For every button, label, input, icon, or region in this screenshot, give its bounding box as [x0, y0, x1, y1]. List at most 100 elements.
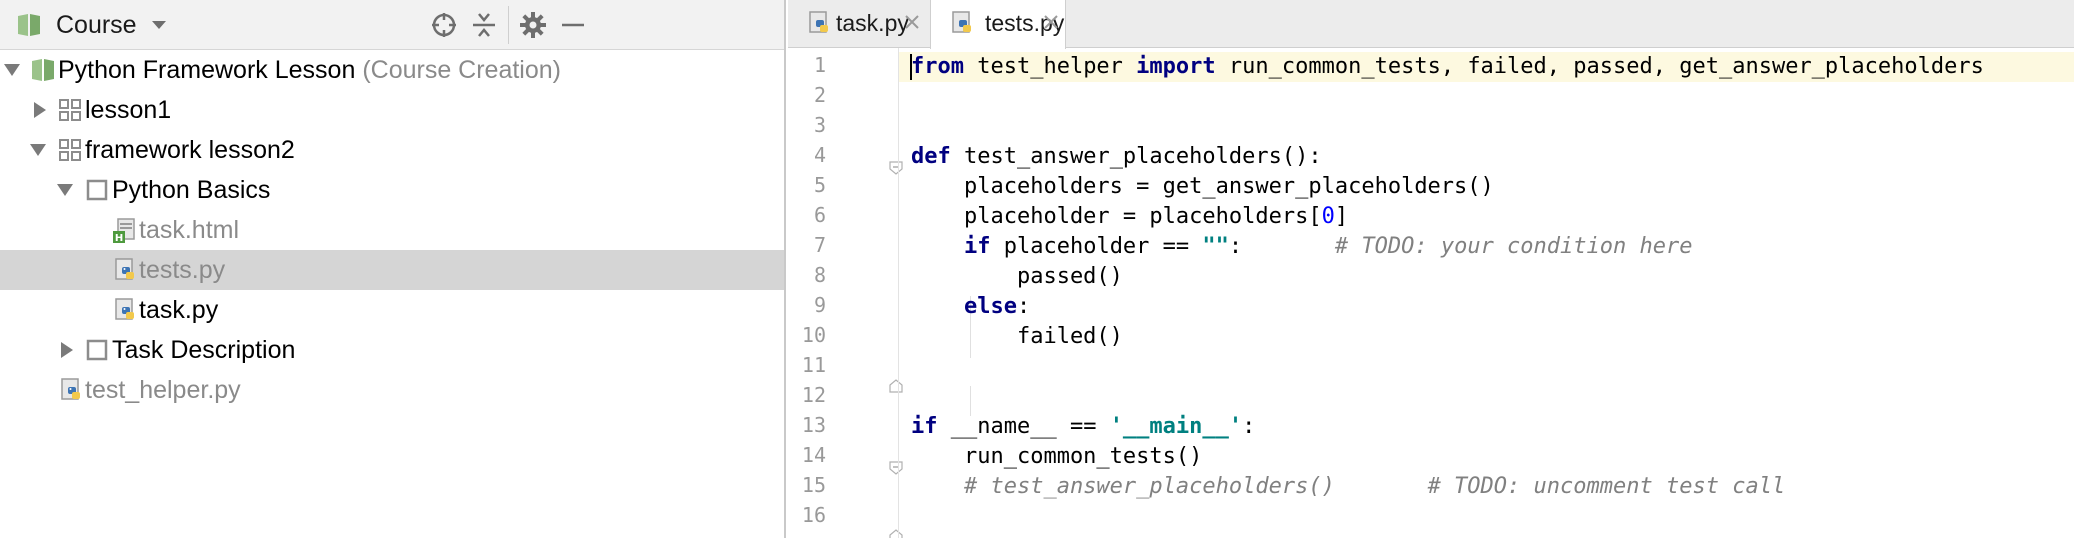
- line-number: 7: [813, 233, 826, 257]
- expanded-arrow-icon[interactable]: [57, 182, 73, 198]
- code-token: placeholder = placeholders[: [911, 204, 1322, 229]
- string-token: "": [1202, 234, 1229, 259]
- task-square-icon: [86, 339, 108, 361]
- tree-node-label: Python Framework Lesson: [58, 55, 356, 84]
- line-number: 6: [813, 203, 826, 227]
- code-area[interactable]: 1 2 3 4 5 6 7 8 9 10 11 12 13 14 15 16 f…: [788, 48, 2074, 538]
- hide-panel-button[interactable]: [557, 9, 589, 41]
- line-number: 10: [801, 323, 826, 347]
- tree-node-tests-py[interactable]: tests.py: [0, 250, 784, 290]
- python-file-icon: [809, 11, 828, 33]
- python-file-icon: [952, 11, 971, 33]
- minimize-icon: [562, 23, 584, 27]
- code-token: failed(): [911, 324, 1123, 349]
- expanded-arrow-icon[interactable]: [30, 142, 46, 158]
- tree-node-label: Task Description: [112, 335, 296, 364]
- line-number: 1: [813, 53, 826, 77]
- code-line-10: failed(): [911, 322, 1123, 352]
- locate-file-button[interactable]: [428, 9, 460, 41]
- keyword-token: if: [963, 234, 991, 259]
- lesson-grid-icon: [59, 99, 81, 121]
- tree-node-task-py[interactable]: task.py: [0, 290, 784, 330]
- tree-node-label: framework lesson2: [85, 135, 295, 164]
- line-number: 5: [813, 173, 826, 197]
- keyword-token: from: [911, 54, 964, 79]
- line-number-gutter[interactable]: 1 2 3 4 5 6 7 8 9 10 11 12 13 14 15 16: [788, 48, 903, 538]
- code-token: placeholders = get_answer_placeholders(): [911, 174, 1494, 199]
- code-token: :: [1016, 294, 1031, 319]
- code-editor: task.py tests.py 1 2 3 4 5 6 7 8 9 10 11…: [788, 0, 2074, 538]
- close-icon[interactable]: [1041, 12, 1061, 32]
- course-icon: [32, 59, 54, 81]
- code-token: test_answer_placeholders():: [950, 144, 1322, 169]
- line-number: 12: [801, 383, 826, 407]
- tab-tests-py[interactable]: tests.py: [930, 0, 1066, 49]
- code-line-5: placeholders = get_answer_placeholders(): [911, 172, 1494, 202]
- tree-node-test-helper-py[interactable]: test_helper.py: [0, 370, 784, 410]
- tree-node-lesson1[interactable]: lesson1: [0, 90, 784, 130]
- svg-text:H: H: [115, 233, 123, 243]
- tab-task-py[interactable]: task.py: [788, 0, 928, 48]
- python-file-icon: [115, 298, 134, 320]
- code-line-7: if placeholder == "": # TODO: your condi…: [911, 232, 1693, 262]
- line-number: 9: [813, 293, 826, 317]
- expanded-arrow-icon[interactable]: [4, 62, 20, 78]
- keyword-token: else: [963, 294, 1017, 319]
- code-token: run_common_tests(): [911, 444, 1203, 469]
- tree-node-framework-lesson2[interactable]: framework lesson2: [0, 130, 784, 170]
- course-icon: [18, 14, 40, 36]
- line-number: 2: [813, 83, 826, 107]
- line-number: 8: [813, 263, 826, 287]
- tab-label: task.py: [836, 10, 909, 36]
- code-token: run_common_tests, failed, passed, get_an…: [1215, 54, 1984, 79]
- collapsed-arrow-icon[interactable]: [59, 342, 75, 358]
- settings-button[interactable]: [517, 9, 549, 41]
- code-line-9: else:: [911, 292, 1030, 322]
- header-divider: [508, 6, 509, 44]
- project-view-title[interactable]: Course: [56, 11, 137, 40]
- tree-node-label: task.html: [139, 215, 240, 244]
- fold-open-icon[interactable]: [889, 461, 903, 475]
- project-panel: Course Python Framework Lesson (Course C…: [0, 0, 786, 538]
- editor-tab-bar: task.py tests.py: [788, 0, 2074, 49]
- line-number: 3: [813, 113, 826, 137]
- code-line-14: run_common_tests(): [911, 442, 1202, 472]
- line-number: 4: [813, 143, 826, 167]
- lesson-grid-icon: [59, 139, 81, 161]
- tree-node-task-description[interactable]: Task Description: [0, 330, 784, 370]
- code-token: __name__ ==: [937, 414, 1110, 439]
- python-file-icon: [115, 258, 134, 280]
- course-mode-hint: (Course Creation): [362, 55, 561, 84]
- collapsed-arrow-icon[interactable]: [32, 102, 48, 118]
- code-line-4: def test_answer_placeholders():: [911, 142, 1322, 172]
- line-number: 15: [801, 473, 826, 497]
- code-token: :: [1228, 234, 1335, 259]
- number-token: 0: [1321, 204, 1335, 229]
- fold-close-icon[interactable]: [889, 529, 903, 538]
- keyword-token: import: [1136, 54, 1216, 79]
- keyword-token: if: [911, 414, 938, 439]
- fold-close-icon[interactable]: [889, 379, 903, 393]
- chevron-down-icon[interactable]: [151, 19, 167, 31]
- fold-open-icon[interactable]: [889, 161, 903, 175]
- comment-token: # test_answer_placeholders() # TODO: unc…: [963, 474, 1786, 499]
- python-file-icon: [61, 378, 80, 400]
- collapse-all-button[interactable]: [468, 9, 500, 41]
- close-icon[interactable]: [902, 12, 922, 32]
- code-line-1: from test_helper import run_common_tests…: [911, 52, 1984, 82]
- code-token: test_helper: [963, 54, 1137, 79]
- task-square-icon: [86, 179, 108, 201]
- tree-node-python-basics[interactable]: Python Basics: [0, 170, 784, 210]
- tree-node-task-html[interactable]: H task.html: [0, 210, 784, 250]
- tree-node-label: tests.py: [139, 255, 226, 284]
- code-token: :: [1242, 414, 1256, 439]
- tree-node-course[interactable]: Python Framework Lesson (Course Creation…: [0, 50, 784, 90]
- code-token: passed(): [911, 264, 1123, 289]
- code-token: placeholder ==: [990, 234, 1203, 259]
- line-number: 11: [801, 353, 826, 377]
- comment-token: # TODO: your condition here: [1334, 234, 1693, 259]
- line-number: 16: [801, 503, 826, 527]
